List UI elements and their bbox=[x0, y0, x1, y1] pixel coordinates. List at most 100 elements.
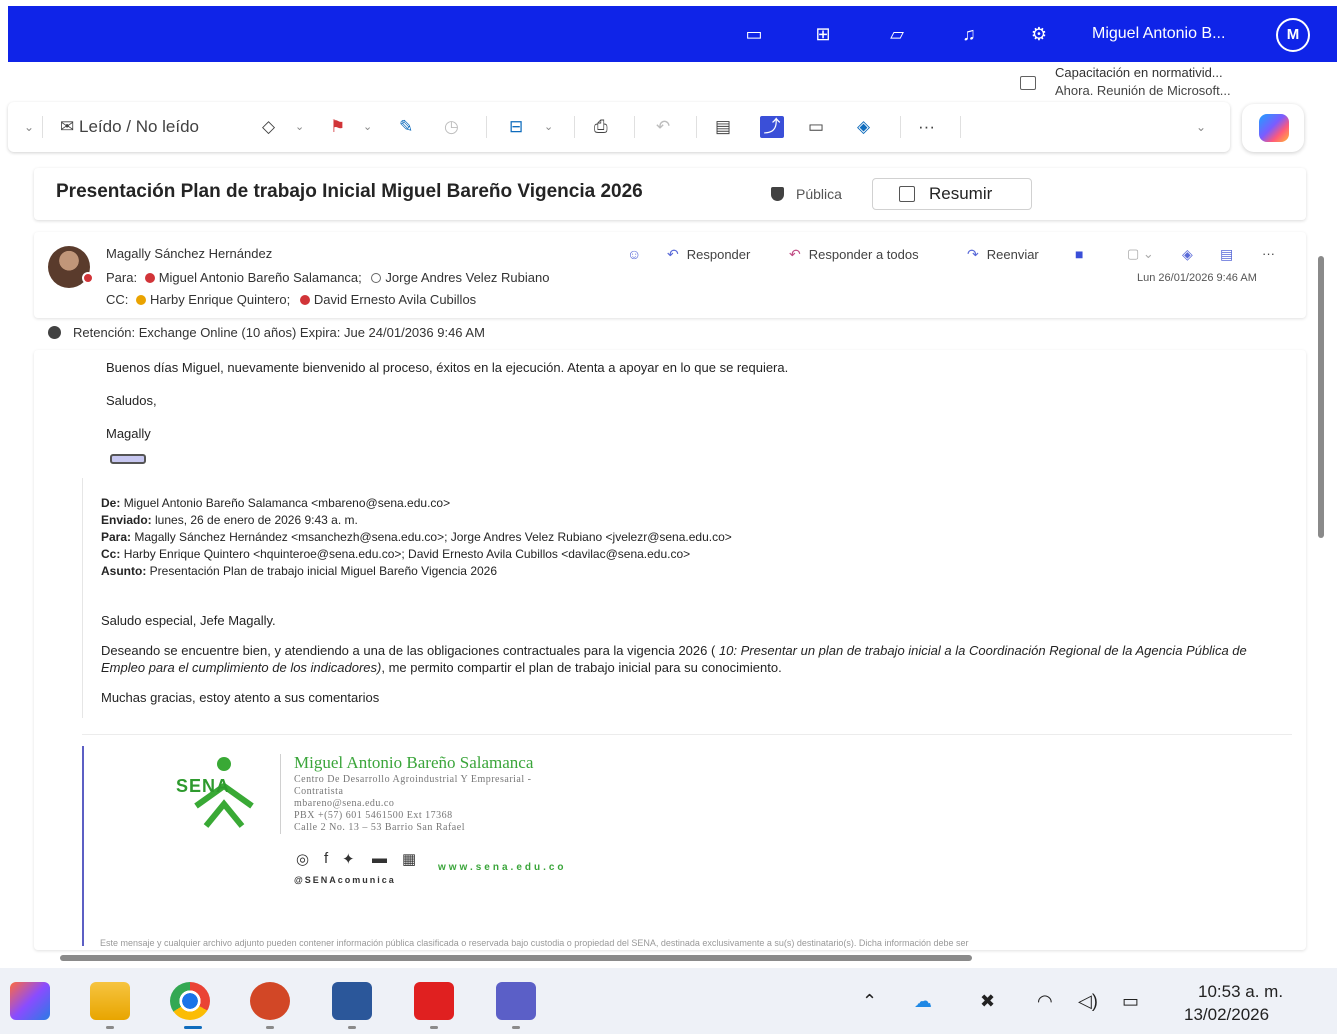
move-icon[interactable]: ⊟ bbox=[509, 116, 523, 138]
forward-button[interactable]: ↷ Reenviar bbox=[967, 246, 1039, 263]
immersive-reader-icon[interactable]: ▤ bbox=[715, 116, 731, 138]
meeting-reminder[interactable]: Capacitación en normativid... Ahora. Reu… bbox=[1020, 64, 1320, 102]
onedrive-icon[interactable]: ☁ bbox=[914, 991, 932, 1012]
horizontal-scrollbar[interactable] bbox=[60, 955, 972, 961]
sent-date: Lun 26/01/2026 9:46 AM bbox=[1137, 272, 1257, 284]
teams-share-icon[interactable]: ■ bbox=[1075, 246, 1091, 262]
clock-date[interactable]: 13/02/2026 bbox=[1184, 1005, 1269, 1025]
apps-icon[interactable]: ▢ ⌄ bbox=[1127, 246, 1154, 262]
website-link[interactable]: www.sena.edu.co bbox=[438, 862, 567, 873]
flag-icon[interactable]: ⚑ bbox=[330, 116, 345, 138]
more-options-button[interactable]: ··· bbox=[918, 116, 935, 138]
gear-icon[interactable]: ⚙ bbox=[1028, 24, 1050, 44]
youtube-icon[interactable]: ▬ bbox=[372, 850, 387, 867]
chevron-up-icon[interactable]: ⌃ bbox=[862, 991, 877, 1012]
info-icon bbox=[48, 326, 61, 339]
chevron-down-icon[interactable]: ⌄ bbox=[24, 116, 34, 138]
sender-name[interactable]: Magally Sánchez Hernández bbox=[106, 246, 272, 261]
avatar[interactable]: M bbox=[1276, 18, 1310, 52]
message-header: Magally Sánchez Hernández Para: Miguel A… bbox=[34, 232, 1306, 318]
twitter-icon[interactable]: ✦ bbox=[342, 850, 355, 868]
email-subject: Presentación Plan de trabajo Inicial Mig… bbox=[56, 181, 643, 202]
feedback-icon[interactable]: ▱ bbox=[886, 24, 908, 44]
signature-line: Calle 2 No. 13 – 53 Barrio San Rafael bbox=[294, 822, 465, 833]
add-in-icon[interactable]: ▭ bbox=[808, 116, 824, 138]
recipient[interactable]: Jorge Andres Velez Rubiano bbox=[385, 270, 549, 285]
greeting: Buenos días Miguel, nuevamente bienvenid… bbox=[106, 360, 789, 375]
to-label: Para: bbox=[106, 270, 138, 285]
forward-label: Reenviar bbox=[986, 247, 1039, 262]
tag-icon[interactable]: ◇ bbox=[262, 116, 275, 138]
volume-icon[interactable]: ◁) bbox=[1078, 991, 1098, 1012]
recipient[interactable]: Harby Enrique Quintero; bbox=[150, 292, 290, 307]
emoji-react-icon[interactable]: ☺ bbox=[627, 246, 649, 262]
quoted-message: De: Miguel Antonio Bareño Salamanca <mba… bbox=[82, 478, 1292, 718]
chevron-down-icon[interactable]: ⌄ bbox=[544, 116, 553, 138]
print-icon[interactable]: ⎙ bbox=[594, 116, 608, 138]
expand-ribbon-icon[interactable]: ⌄ bbox=[1196, 116, 1206, 138]
wifi-icon[interactable]: ◠ bbox=[1037, 991, 1053, 1012]
recipient[interactable]: Miguel Antonio Bareño Salamanca; bbox=[159, 270, 362, 285]
account-name[interactable]: Miguel Antonio B... bbox=[1092, 25, 1225, 43]
top-bar: ▭ ⊞ ▱ ♫ ⚙ Miguel Antonio B... M bbox=[8, 6, 1337, 62]
signature-name: Magally bbox=[106, 426, 151, 441]
read-unread-label: Leído / No leído bbox=[78, 117, 200, 136]
battery-icon[interactable]: ▭ bbox=[1122, 991, 1139, 1012]
summarize-label: Resumir bbox=[929, 184, 993, 203]
facebook-icon[interactable]: f bbox=[324, 850, 328, 867]
loop-icon[interactable]: ◈ bbox=[1182, 246, 1201, 263]
chevron-down-icon[interactable]: ⌄ bbox=[363, 116, 372, 138]
summary-icon bbox=[899, 186, 915, 202]
signature-line: Centro De Desarrollo Agroindustrial Y Em… bbox=[294, 774, 532, 785]
instagram-icon[interactable]: ◎ bbox=[296, 850, 309, 868]
clock-icon[interactable]: ◷ bbox=[444, 116, 459, 138]
copilot-icon bbox=[1259, 114, 1289, 142]
summarize-button[interactable]: Resumir bbox=[872, 178, 1032, 210]
scrollbar-thumb[interactable] bbox=[1318, 256, 1324, 538]
calendar-icon bbox=[1020, 76, 1036, 90]
quoted-cc: Cc: Harby Enrique Quintero <hquinteroe@s… bbox=[101, 547, 691, 561]
word-icon[interactable] bbox=[332, 982, 372, 1020]
vertical-scrollbar[interactable] bbox=[1316, 236, 1326, 946]
read-unread-button[interactable]: ✉ Leído / No leído bbox=[60, 116, 199, 138]
loop-icon[interactable]: ◈ bbox=[857, 116, 870, 138]
widgets-icon[interactable] bbox=[10, 982, 50, 1020]
sensitivity-label[interactable]: Pública bbox=[796, 186, 842, 202]
reply-all-button[interactable]: ↶ Responder a todos bbox=[789, 246, 919, 263]
signature-line[interactable]: mbareno@sena.edu.co bbox=[294, 798, 394, 809]
outlook-icon[interactable]: ⊞ bbox=[812, 24, 834, 44]
pin-icon[interactable]: ✎ bbox=[399, 116, 413, 138]
mic-muted-icon[interactable]: ✖ bbox=[980, 991, 995, 1012]
linkedin-icon[interactable]: ▦ bbox=[402, 850, 416, 868]
more-actions-icon[interactable]: ··· bbox=[1262, 246, 1275, 261]
chat-icon[interactable]: ▭ bbox=[743, 24, 765, 44]
bell-icon[interactable]: ♫ bbox=[958, 24, 980, 44]
acrobat-icon[interactable] bbox=[414, 982, 454, 1020]
quoted-paragraph: Deseando se encuentre bien, y atendiendo… bbox=[101, 643, 1247, 675]
legal-disclaimer: Este mensaje y cualquier archivo adjunto… bbox=[100, 938, 969, 948]
quoted-sent: Enviado: lunes, 26 de enero de 2026 9:43… bbox=[101, 513, 358, 527]
immersive-reader-icon[interactable]: ▤ bbox=[1220, 246, 1241, 263]
clock-time[interactable]: 10:53 a. m. bbox=[1198, 982, 1283, 1002]
chrome-icon[interactable] bbox=[170, 982, 210, 1020]
reply-label: Responder bbox=[686, 247, 751, 262]
retention-text: Retención: Exchange Online (10 años) Exp… bbox=[73, 325, 485, 340]
signature-full-name: Miguel Antonio Bareño Salamanca bbox=[294, 753, 534, 772]
signature-accent-bar bbox=[82, 746, 84, 946]
reply-button[interactable]: ↶ Responder bbox=[667, 246, 750, 263]
reply-icon: ↶ bbox=[667, 246, 679, 262]
file-explorer-icon[interactable] bbox=[90, 982, 130, 1020]
pdf-icon[interactable]: ⤴ bbox=[760, 116, 784, 138]
reply-all-label: Responder a todos bbox=[808, 247, 919, 262]
quoted-salutation: Saludo especial, Jefe Magally. bbox=[101, 613, 276, 628]
undo-icon[interactable]: ↶ bbox=[656, 116, 670, 138]
copilot-button[interactable] bbox=[1242, 104, 1304, 152]
chevron-down-icon[interactable]: ⌄ bbox=[295, 116, 304, 138]
presence-badge bbox=[82, 272, 94, 284]
powerpoint-icon[interactable] bbox=[250, 982, 290, 1020]
emoji-icon bbox=[110, 454, 146, 464]
closing: Saludos, bbox=[106, 393, 157, 408]
teams-icon[interactable] bbox=[496, 982, 536, 1020]
cc-recipients: CC: Harby Enrique Quintero; David Ernest… bbox=[106, 292, 476, 307]
recipient[interactable]: David Ernesto Avila Cubillos bbox=[314, 292, 476, 307]
